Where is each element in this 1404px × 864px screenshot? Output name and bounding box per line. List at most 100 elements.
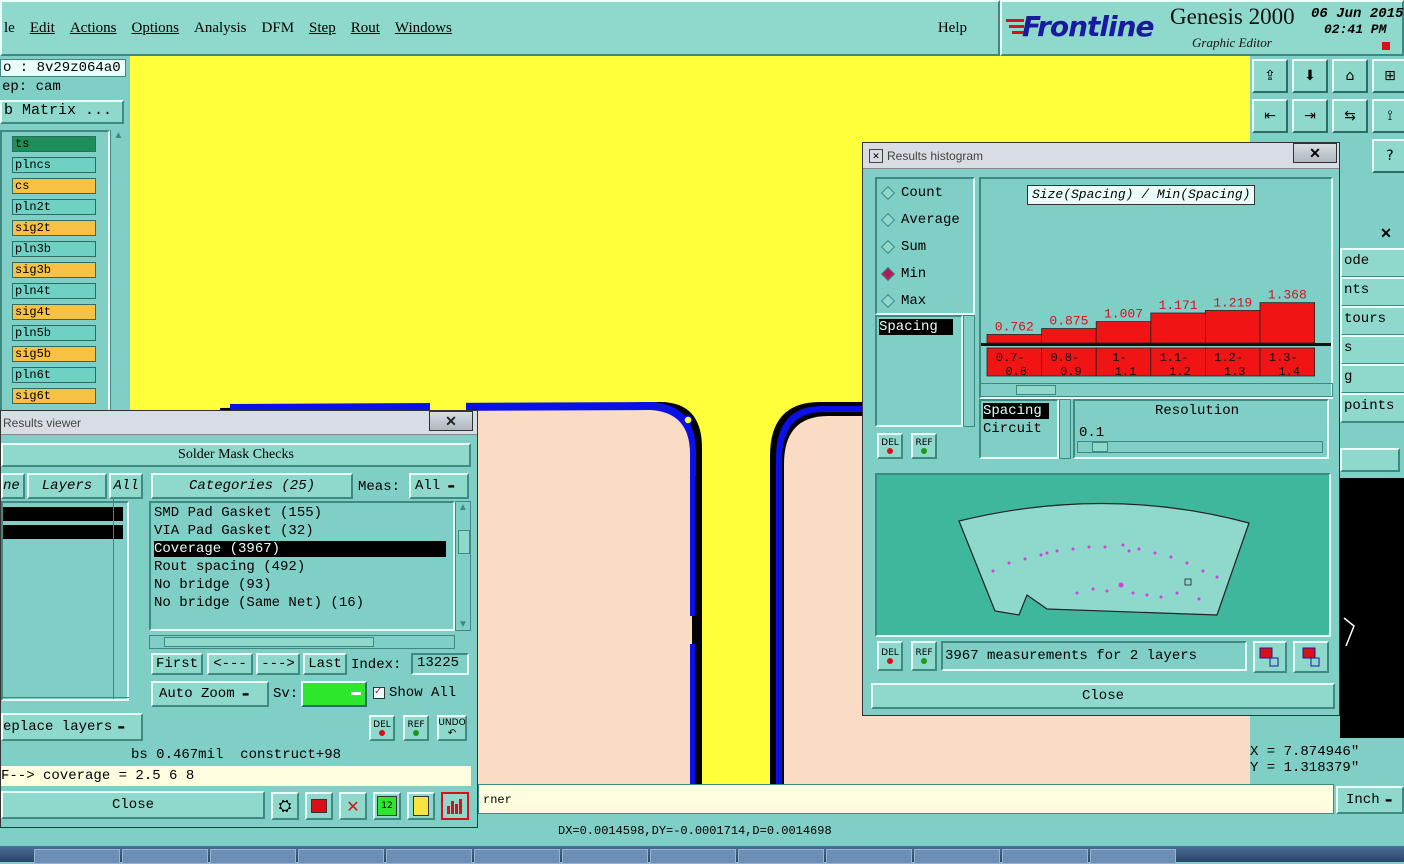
hist-ref-icon[interactable]: REF bbox=[911, 433, 937, 459]
left-list-scrollbar[interactable] bbox=[113, 499, 129, 699]
layer-result-row[interactable] bbox=[3, 525, 123, 539]
menu-windows[interactable]: Windows bbox=[395, 20, 452, 37]
right-panel-blank-button[interactable] bbox=[1340, 448, 1400, 472]
units-dropdown[interactable]: Inch ▬ bbox=[1336, 786, 1404, 814]
layer-item[interactable]: cs bbox=[12, 178, 96, 194]
category-hscrollbar[interactable] bbox=[149, 635, 455, 649]
category-item[interactable]: No bridge (Same Net) (16) bbox=[154, 595, 446, 611]
auto-zoom-dropdown[interactable]: Auto Zoom ▬ bbox=[151, 681, 269, 707]
slider-thumb[interactable] bbox=[1092, 442, 1108, 452]
scroll-down-icon[interactable]: ▼ bbox=[456, 619, 470, 630]
option-min[interactable]: Min bbox=[880, 266, 926, 282]
zoom-all-results-icon[interactable] bbox=[1293, 641, 1329, 673]
layer-item[interactable]: pln6t bbox=[12, 367, 96, 383]
layer-item[interactable]: sig2t bbox=[12, 220, 96, 236]
radio-icon[interactable] bbox=[880, 266, 896, 282]
ref-icon[interactable]: REF bbox=[403, 715, 429, 741]
menu-analysis[interactable]: Analysis bbox=[194, 20, 247, 37]
option-count[interactable]: Count bbox=[880, 185, 943, 201]
zoom-icon[interactable] bbox=[305, 792, 333, 820]
layer-item[interactable]: ts bbox=[12, 136, 96, 152]
right-panel-item[interactable]: nts bbox=[1340, 277, 1404, 307]
menu-actions[interactable]: Actions bbox=[70, 20, 117, 37]
radio-icon[interactable] bbox=[880, 212, 896, 228]
tool-mirror-icon[interactable]: ⇆ bbox=[1332, 99, 1368, 133]
tool-step-icon[interactable]: ⟟ bbox=[1372, 99, 1404, 133]
right-panel-item[interactable]: tours bbox=[1340, 306, 1404, 336]
tool-move-left-icon[interactable]: ⇤ bbox=[1252, 99, 1288, 133]
hscroll-thumb[interactable] bbox=[164, 637, 374, 647]
layer-item[interactable]: sig3b bbox=[12, 262, 96, 278]
category-item[interactable]: Coverage (3967) bbox=[154, 541, 446, 557]
radio-icon[interactable] bbox=[880, 239, 896, 255]
group-scrollbar[interactable] bbox=[1059, 399, 1071, 459]
histogram-close-button[interactable]: Close bbox=[871, 683, 1335, 709]
category-item[interactable]: SMD Pad Gasket (155) bbox=[154, 505, 446, 521]
left-list-hscroll[interactable] bbox=[1, 697, 129, 709]
radio-icon[interactable] bbox=[880, 185, 896, 201]
measure-item-spacing[interactable]: Spacing bbox=[879, 319, 953, 335]
tool-move-up-icon[interactable]: ⇪ bbox=[1252, 59, 1288, 93]
show-all-checkbox[interactable]: ✓ Show All bbox=[373, 685, 456, 701]
index-input[interactable]: 13225 bbox=[411, 653, 469, 675]
group-item-circuit[interactable]: Circuit bbox=[983, 421, 1049, 437]
layer-item[interactable]: sig6t bbox=[12, 388, 96, 404]
results-viewer-close-button[interactable]: Close bbox=[1, 791, 265, 819]
group-item-spacing[interactable]: Spacing bbox=[983, 403, 1049, 419]
sv-color-dropdown[interactable]: ▬ bbox=[301, 681, 367, 707]
matrix-button[interactable]: b Matrix ... bbox=[0, 100, 124, 124]
option-average[interactable]: Average bbox=[880, 212, 960, 228]
tab-partial[interactable]: ne bbox=[1, 473, 25, 499]
right-panel-item[interactable]: s bbox=[1340, 335, 1404, 365]
preview-ref-icon[interactable]: REF bbox=[911, 641, 937, 671]
close-icon[interactable]: ✕ bbox=[429, 411, 473, 431]
zoom-to-result-icon[interactable] bbox=[1253, 641, 1287, 673]
histogram-bar[interactable] bbox=[1259, 302, 1315, 344]
histogram-titlebar[interactable]: ✕ Results histogram ✕ bbox=[863, 143, 1339, 169]
tool-grid-icon[interactable]: ⊞ bbox=[1372, 59, 1404, 93]
histogram-icon[interactable] bbox=[441, 792, 469, 820]
category-scrollbar[interactable]: ▲ ▼ bbox=[455, 501, 471, 631]
menu-file[interactable]: le bbox=[4, 20, 15, 37]
tool-home-icon[interactable]: ⌂ bbox=[1332, 59, 1368, 93]
scroll-up-icon[interactable]: ▲ bbox=[111, 130, 126, 141]
tab-layers[interactable]: Layers bbox=[27, 473, 107, 499]
right-panel-item[interactable]: g bbox=[1340, 364, 1404, 394]
menu-step[interactable]: Step bbox=[309, 20, 336, 37]
tab-all[interactable]: All bbox=[109, 473, 143, 499]
layer-item[interactable]: pln3b bbox=[12, 241, 96, 257]
histogram-bar[interactable] bbox=[1150, 312, 1206, 344]
layer-item[interactable]: pln2t bbox=[12, 199, 96, 215]
resolution-slider[interactable] bbox=[1077, 441, 1323, 453]
radio-icon[interactable] bbox=[880, 293, 896, 309]
tool-move-right-icon[interactable]: ⇥ bbox=[1292, 99, 1328, 133]
nav-first-button[interactable]: First bbox=[151, 653, 203, 675]
filter-icon[interactable]: ⛭ bbox=[271, 792, 299, 820]
layer-item[interactable]: pln5b bbox=[12, 325, 96, 341]
scroll-thumb[interactable] bbox=[458, 530, 470, 554]
nav-next-button[interactable]: ---> bbox=[256, 653, 300, 675]
right-panel-item[interactable]: ode bbox=[1340, 248, 1404, 278]
layer-item[interactable]: plncs bbox=[12, 157, 96, 173]
right-panel-item[interactable]: points bbox=[1340, 393, 1404, 423]
layer-result-row[interactable] bbox=[3, 507, 123, 521]
tool-move-down-icon[interactable]: ⬇ bbox=[1292, 59, 1328, 93]
category-item[interactable]: Rout spacing (492) bbox=[154, 559, 446, 575]
menu-edit[interactable]: Edit bbox=[30, 20, 55, 37]
tool-help-icon[interactable]: ? bbox=[1372, 139, 1404, 173]
menu-rout[interactable]: Rout bbox=[351, 20, 380, 37]
one-two-icon[interactable]: 12 bbox=[373, 792, 401, 820]
chart-hscrollbar[interactable] bbox=[979, 383, 1333, 397]
close-icon[interactable]: ✕ bbox=[1293, 143, 1337, 163]
hist-del-icon[interactable]: DEL bbox=[877, 433, 903, 459]
histogram-bar[interactable] bbox=[1041, 328, 1097, 344]
layer-item[interactable]: sig4t bbox=[12, 304, 96, 320]
layer-item[interactable]: pln4t bbox=[12, 283, 96, 299]
measure-scrollbar[interactable] bbox=[963, 315, 975, 427]
option-sum[interactable]: Sum bbox=[880, 239, 926, 255]
report-icon[interactable] bbox=[407, 792, 435, 820]
category-item[interactable]: VIA Pad Gasket (32) bbox=[154, 523, 446, 539]
option-max[interactable]: Max bbox=[880, 293, 926, 309]
delete-result-icon[interactable]: ✕ bbox=[339, 792, 367, 820]
nav-prev-button[interactable]: <--- bbox=[207, 653, 253, 675]
